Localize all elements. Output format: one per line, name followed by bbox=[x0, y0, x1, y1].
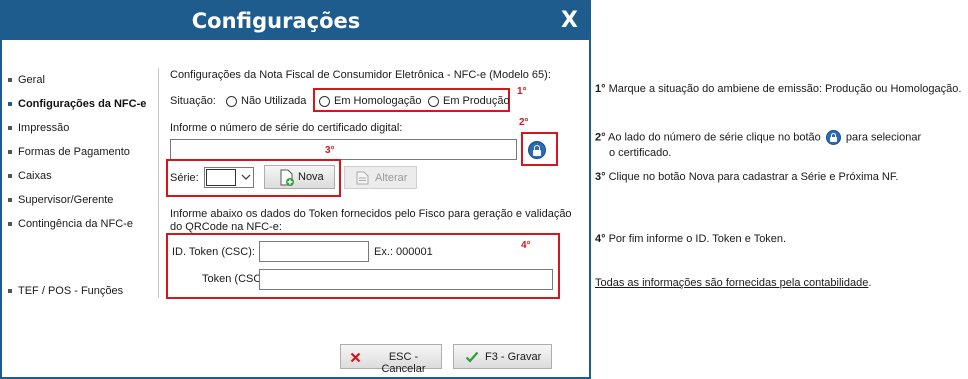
footer-note: Todas as informações são fornecidas pela… bbox=[595, 277, 872, 289]
nfce-heading: Configurações da Nota Fiscal de Consumid… bbox=[170, 69, 551, 81]
sidebar-item-caixas[interactable]: Caixas bbox=[8, 168, 52, 184]
radio-em-homologacao[interactable] bbox=[319, 96, 330, 107]
annotation-2: 2° bbox=[519, 117, 529, 128]
bullet-icon bbox=[8, 150, 12, 155]
annotation-3: 3° bbox=[325, 145, 335, 156]
radio-nao-utilizada[interactable] bbox=[226, 96, 237, 107]
sidebar-item-impressao[interactable]: Impressão bbox=[8, 120, 69, 136]
chevron-down-icon bbox=[241, 174, 251, 180]
id-token-input[interactable] bbox=[259, 241, 369, 262]
bullet-icon bbox=[8, 78, 12, 83]
cancel-button[interactable]: ESC - Cancelar bbox=[340, 344, 442, 375]
radio-nao-utilizada-label[interactable]: Não Utilizada bbox=[241, 95, 306, 107]
sidebar-item-configuracoes-nfce[interactable]: Configurações da NFC-e bbox=[8, 96, 146, 112]
situacao-label: Situação: bbox=[170, 95, 216, 107]
nova-button-label: Nova bbox=[298, 171, 324, 183]
nova-button[interactable]: Nova bbox=[264, 165, 335, 189]
id-token-example: Ex.: 000001 bbox=[374, 246, 433, 258]
bullet-icon bbox=[8, 222, 12, 227]
id-token-label: ID. Token (CSC): bbox=[172, 246, 255, 258]
sidebar-item-formas-pagamento[interactable]: Formas de Pagamento bbox=[8, 144, 130, 160]
configuracoes-dialog: Configurações X Geral Configurações da N… bbox=[0, 0, 591, 379]
save-button-label: F3 - Gravar bbox=[485, 351, 542, 363]
lock-icon bbox=[825, 130, 841, 145]
cert-serial-input[interactable] bbox=[170, 139, 517, 160]
radio-em-homologacao-label[interactable]: Em Homologação bbox=[334, 95, 421, 107]
annotation-1: 1° bbox=[517, 86, 527, 97]
cert-label: Informe o número de série do certificado… bbox=[170, 122, 403, 134]
bullet-icon bbox=[8, 174, 12, 179]
radio-em-producao-label[interactable]: Em Produção bbox=[443, 95, 510, 107]
edit-document-icon bbox=[356, 171, 369, 185]
token-info-line2: do QRCode na NFC-e: bbox=[170, 221, 282, 233]
alterar-button[interactable]: Alterar bbox=[344, 166, 417, 189]
close-button[interactable]: X bbox=[550, 2, 589, 40]
checkmark-icon bbox=[465, 351, 479, 363]
serie-select[interactable] bbox=[204, 167, 254, 188]
bullet-icon bbox=[8, 289, 12, 294]
serie-select-value bbox=[206, 169, 236, 186]
bullet-icon bbox=[8, 198, 12, 203]
serie-label: Série: bbox=[170, 172, 199, 184]
bullet-icon bbox=[8, 102, 12, 107]
radio-em-producao[interactable] bbox=[428, 96, 439, 107]
new-document-icon bbox=[280, 169, 294, 186]
token-input[interactable] bbox=[259, 269, 553, 290]
note-3: 3° Clique no botão Nova para cadastrar a… bbox=[595, 171, 899, 183]
select-certificate-lock-icon[interactable] bbox=[528, 141, 546, 159]
sidebar-item-contingencia[interactable]: Contingência da NFC-e bbox=[8, 216, 133, 232]
alterar-button-label: Alterar bbox=[375, 172, 408, 184]
divider bbox=[158, 68, 159, 298]
sidebar-item-tef-pos[interactable]: TEF / POS - Funções bbox=[8, 283, 123, 299]
cancel-button-label: ESC - Cancelar bbox=[381, 351, 426, 375]
title-bar: Configurações X bbox=[2, 2, 589, 40]
note-2: 2° Ao lado do número de série clique no … bbox=[595, 130, 922, 145]
dialog-title: Configurações bbox=[191, 9, 361, 33]
note-2-continued: o certificado. bbox=[609, 147, 672, 159]
note-1: 1° Marque a situação do ambiene de emiss… bbox=[595, 83, 962, 95]
bullet-icon bbox=[8, 126, 12, 131]
cancel-x-icon bbox=[350, 352, 361, 363]
note-4: 4° Por fim informe o ID. Token e Token. bbox=[595, 233, 787, 245]
sidebar-item-supervisor-gerente[interactable]: Supervisor/Gerente bbox=[8, 192, 113, 208]
sidebar-item-geral[interactable]: Geral bbox=[8, 72, 45, 88]
save-button[interactable]: F3 - Gravar bbox=[453, 344, 552, 369]
token-info-line1: Informe abaixo os dados do Token forneci… bbox=[170, 208, 572, 220]
